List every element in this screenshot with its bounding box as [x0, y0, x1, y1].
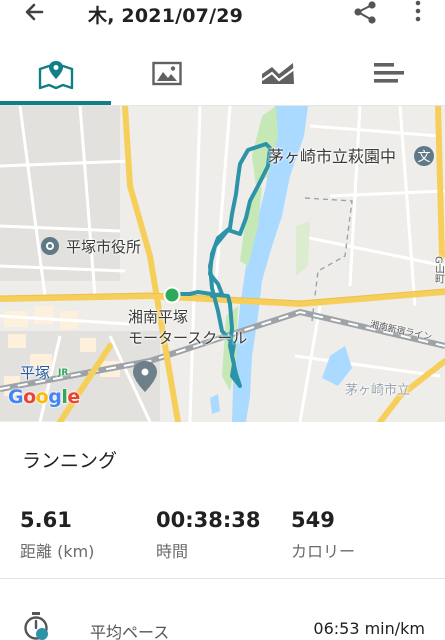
back-arrow-icon[interactable]	[20, 0, 50, 26]
map-label-station: 平塚	[20, 364, 51, 382]
elevation-chart-icon	[260, 63, 295, 84]
share-icon[interactable]	[350, 0, 380, 26]
activity-type: ランニング	[22, 450, 118, 472]
duration-label: 時間	[156, 542, 189, 561]
route-map[interactable]: 文 茅ヶ崎市立萩園中 平塚市役所 湘南平塚 モータースクール 平塚 JR 湘南新…	[0, 106, 445, 422]
jr-badge: JR	[58, 368, 69, 378]
tab-photos[interactable]	[111, 40, 222, 106]
tab-bar	[0, 40, 445, 106]
distance-label: 距離 (km)	[20, 542, 95, 561]
calories-value: 549	[291, 508, 335, 532]
calories-label: カロリー	[291, 542, 356, 561]
distance-value: 5.61	[20, 508, 72, 532]
page-title: 木, 2021/07/29	[88, 5, 244, 27]
map-label-city-hall: 平塚市役所	[66, 238, 142, 256]
splits-list-icon	[373, 63, 404, 83]
tab-elevation[interactable]	[222, 40, 333, 106]
top-app-bar: 木, 2021/07/29	[0, 0, 445, 34]
average-pace-label: 平均ペース	[90, 623, 170, 640]
map-label-driving-school-line1: 湘南平塚	[128, 308, 189, 326]
duration-value: 00:38:38	[156, 508, 261, 532]
stopwatch-icon	[22, 612, 50, 640]
tab-map[interactable]	[0, 40, 111, 106]
map-label-driving-school-line2: モータースクール	[128, 329, 248, 347]
more-options-icon[interactable]	[408, 0, 428, 26]
map-label-school: 茅ヶ崎市立萩園中	[268, 147, 397, 166]
section-divider	[0, 578, 445, 579]
tab-splits[interactable]	[333, 40, 444, 106]
map-label-district: G山町	[432, 256, 444, 284]
map-icon	[38, 61, 73, 90]
average-pace-value: 06:53 min/km	[313, 619, 425, 638]
google-logo: Google	[8, 386, 80, 408]
map-label-blurred: 茅ヶ崎市立	[345, 383, 411, 398]
svg-text:文: 文	[417, 150, 430, 165]
selected-tab-indicator	[0, 101, 111, 105]
photo-icon	[151, 61, 182, 86]
